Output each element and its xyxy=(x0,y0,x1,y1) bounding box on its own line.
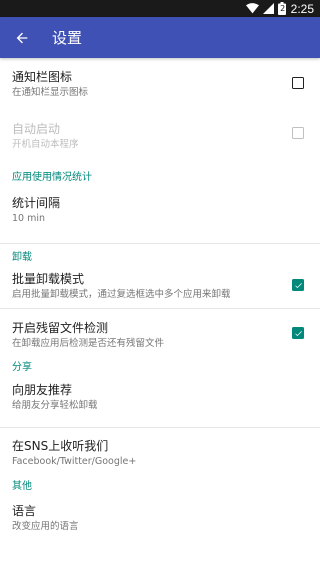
setting-title: 开启残留文件检测 xyxy=(12,321,109,335)
setting-subtitle: 开机自动本程序 xyxy=(12,139,79,150)
setting-title: 批量卸载模式 xyxy=(12,272,85,286)
section-header-share: 分享 xyxy=(12,362,32,373)
setting-subtitle: 给朋友分享轻松卸载 xyxy=(12,400,98,411)
check-icon xyxy=(294,282,302,288)
setting-subtitle: Facebook/Twitter/Google+ xyxy=(12,456,137,467)
section-header-uninstall: 卸载 xyxy=(12,252,32,263)
setting-batch-uninstall[interactable]: 批量卸载模式 启用批量卸载模式，通过复选框选中多个应用来卸载 xyxy=(0,264,320,309)
app-bar: 设置 xyxy=(0,17,320,58)
setting-notification-icon[interactable]: 通知栏图标 在通知栏显示图标 xyxy=(0,58,320,114)
clock: 2:25 xyxy=(290,1,314,16)
setting-title: 通知栏图标 xyxy=(12,70,73,84)
setting-recommend[interactable]: 向朋友推荐 给朋友分享轻松卸载 xyxy=(0,376,320,428)
setting-title: 在SNS上收听我们 xyxy=(12,439,109,453)
setting-stats-interval[interactable]: 统计间隔 10 min xyxy=(0,190,320,244)
setting-subtitle: 启用批量卸载模式，通过复选框选中多个应用来卸载 xyxy=(12,289,231,300)
setting-value: 10 min xyxy=(12,213,46,224)
wifi-icon xyxy=(245,3,259,14)
setting-language[interactable]: 语言 改变应用的语言 xyxy=(0,499,320,539)
section-header-other: 其他 xyxy=(12,481,32,492)
batch-uninstall-checkbox[interactable] xyxy=(292,279,304,291)
setting-title: 自动启动 xyxy=(12,122,61,136)
setting-residual-detection[interactable]: 开启残留文件检测 在卸载应用后检测是否还有残留文件 xyxy=(0,309,320,356)
setting-title: 语言 xyxy=(12,504,37,518)
auto-start-checkbox xyxy=(292,127,304,139)
back-button[interactable] xyxy=(2,17,42,58)
setting-subtitle: 改变应用的语言 xyxy=(12,521,79,532)
notification-checkbox[interactable] xyxy=(292,77,304,89)
setting-subtitle: 在通知栏显示图标 xyxy=(12,87,89,98)
page-title: 设置 xyxy=(52,29,83,47)
setting-title: 向朋友推荐 xyxy=(12,383,73,397)
setting-follow-sns[interactable]: 在SNS上收听我们 Facebook/Twitter/Google+ xyxy=(0,428,320,479)
setting-title: 统计间隔 xyxy=(12,196,61,210)
settings-list: 通知栏图标 在通知栏显示图标 自动启动 开机自动本程序 应用使用情况统计 统计间… xyxy=(0,58,320,539)
signal-icon xyxy=(262,3,274,14)
residual-detection-checkbox[interactable] xyxy=(292,327,304,339)
check-icon xyxy=(294,330,302,336)
battery-level: 2 xyxy=(280,4,286,13)
setting-auto-start: 自动启动 开机自动本程序 xyxy=(0,114,320,170)
status-bar: 2 2:25 xyxy=(0,0,320,17)
battery-icon: 2 xyxy=(277,2,286,15)
section-header-usage: 应用使用情况统计 xyxy=(12,172,92,183)
arrow-back-icon xyxy=(16,32,28,43)
setting-subtitle: 在卸载应用后检测是否还有残留文件 xyxy=(12,338,165,349)
